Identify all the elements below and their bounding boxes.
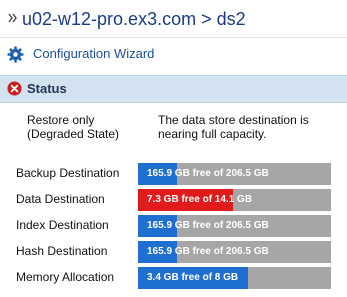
capacity-bar: 3.4 GB free of 8 GB	[138, 267, 331, 289]
storage-row: Backup Destination 165.9 GB free of 206.…	[0, 163, 347, 185]
status-section-header: Status	[0, 75, 347, 103]
double-chevron-icon[interactable]	[8, 12, 18, 24]
row-label: Data Destination	[16, 192, 105, 206]
capacity-bar-text: 3.4 GB free of 8 GB	[147, 272, 239, 283]
header-divider	[0, 37, 347, 38]
configuration-wizard-link[interactable]: Configuration Wizard	[0, 40, 347, 70]
capacity-bar-text: 165.9 GB free of 206.5 GB	[147, 220, 269, 231]
breadcrumb-title[interactable]: u02-w12-pro.ex3.com > ds2	[22, 9, 246, 30]
capacity-bar: 165.9 GB free of 206.5 GB	[138, 241, 331, 263]
status-title: Status	[27, 81, 67, 96]
state-label: Restore only (Degraded State)	[27, 113, 120, 141]
storage-row: Index Destination 165.9 GB free of 206.5…	[0, 215, 347, 237]
header: u02-w12-pro.ex3.com > ds2	[0, 0, 347, 38]
capacity-bar: 165.9 GB free of 206.5 GB	[138, 163, 331, 185]
capacity-bar-text: 165.9 GB free of 206.5 GB	[147, 168, 269, 179]
capacity-bar: 7.3 GB free of 14.1 GB	[138, 189, 331, 211]
error-icon	[7, 81, 22, 96]
capacity-bar-text: 165.9 GB free of 206.5 GB	[147, 246, 269, 257]
row-label: Backup Destination	[16, 166, 120, 180]
row-label: Hash Destination	[16, 244, 108, 258]
status-message: The data store destination is nearing fu…	[158, 113, 309, 141]
configuration-wizard-label[interactable]: Configuration Wizard	[33, 46, 154, 61]
row-label: Memory Allocation	[16, 270, 115, 284]
capacity-bar: 165.9 GB free of 206.5 GB	[138, 215, 331, 237]
storage-row: Memory Allocation 3.4 GB free of 8 GB	[0, 267, 347, 289]
row-label: Index Destination	[16, 218, 109, 232]
storage-row: Hash Destination 165.9 GB free of 206.5 …	[0, 241, 347, 263]
gear-icon	[7, 46, 24, 63]
storage-row: Data Destination 7.3 GB free of 14.1 GB	[0, 189, 347, 211]
capacity-bar-text: 7.3 GB free of 14.1 GB	[147, 194, 253, 205]
